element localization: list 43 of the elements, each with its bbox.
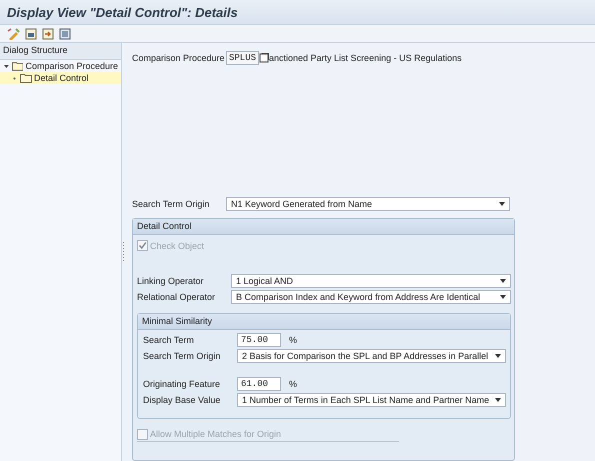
number-field[interactable]: 75.00	[237, 333, 281, 347]
node-label: Detail Control	[34, 73, 89, 83]
field-label: Search Term Origin	[143, 351, 222, 361]
field-label: Display Base Value	[143, 395, 222, 405]
dropdown-field[interactable]: 1 Number of Terms in Each SPL List Name and Partner Name	[237, 393, 506, 407]
group-title: Minimal Similarity	[138, 314, 510, 330]
panel-title: Dialog Structure	[0, 43, 121, 60]
description-text: anctioned Party List Screening - US Regulations	[269, 53, 462, 63]
dropdown-field[interactable]: 2 Basis for Comparison the SPL and BP Addresses in Parallel	[237, 349, 506, 363]
tree-node[interactable]: Comparison Procedure	[0, 60, 121, 72]
field-label: Search Term Origin	[132, 199, 210, 209]
field-label: Linking Operator	[137, 276, 205, 286]
caret-icon	[500, 295, 506, 299]
field-label: Relational Operator	[137, 292, 216, 302]
export-icon	[42, 28, 54, 40]
save-icon	[25, 28, 37, 40]
code-field[interactable]: SPLUS	[226, 51, 260, 65]
checkbox-label: Allow Multiple Matches for Origin	[150, 429, 282, 439]
folder-icon	[20, 73, 32, 83]
bullet-icon	[11, 74, 18, 82]
group-title: Detail Control	[133, 219, 514, 235]
caret-icon	[495, 354, 501, 358]
caret-icon	[495, 398, 501, 402]
node-label: Comparison Procedure	[25, 61, 118, 71]
tree-node[interactable]: Detail Control	[0, 72, 121, 84]
list-icon	[59, 28, 71, 40]
field-label: Originating Feature	[143, 379, 222, 389]
expanded-icon	[3, 62, 10, 70]
field-label: Comparison Procedure	[132, 53, 226, 63]
caret-icon	[499, 202, 505, 206]
dropdown-field[interactable]: N1 Keyword Generated from Name	[226, 197, 510, 211]
checkbox-label: Check Object	[150, 240, 204, 250]
number-field[interactable]: 61.00	[237, 377, 281, 391]
unit-label: %	[289, 335, 298, 345]
check-icon	[138, 241, 147, 250]
window-title: Display View "Detail Control": Details	[7, 4, 238, 20]
field-label: Search Term	[143, 335, 195, 345]
document-icon	[259, 53, 270, 63]
dropdown-field[interactable]: 1 Logical AND	[231, 274, 511, 288]
dropdown-field[interactable]: B Comparison Index and Keyword from Address Are Identical	[231, 290, 511, 304]
edit-icon	[7, 28, 20, 40]
unit-label: %	[289, 379, 298, 389]
caret-icon	[500, 279, 506, 283]
